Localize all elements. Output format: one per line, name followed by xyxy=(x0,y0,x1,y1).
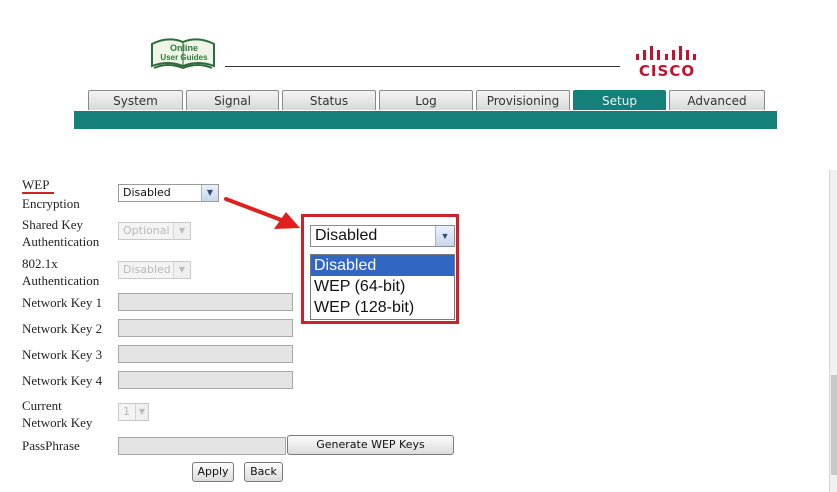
dot1x-label-bottom: Authentication xyxy=(22,273,100,288)
current-network-key-select: 1 ▼ xyxy=(118,403,149,421)
shared-key-auth-value: Optional xyxy=(123,224,170,237)
cisco-wordmark: CISCO xyxy=(638,62,696,80)
wep-encryption-select[interactable]: Disabled ▼ xyxy=(118,184,219,202)
tab-setup[interactable]: Setup xyxy=(573,90,666,110)
tab-provisioning[interactable]: Provisioning xyxy=(476,90,570,110)
chevron-down-icon[interactable]: ▼ xyxy=(201,185,218,201)
online-user-guides-icon[interactable]: Online User Guides xyxy=(148,34,218,72)
guide-badge-line2: User Guides xyxy=(160,53,208,62)
wep-encryption-value: Disabled xyxy=(123,186,171,199)
tab-system[interactable]: System xyxy=(88,90,183,110)
chevron-down-icon: ▼ xyxy=(173,223,190,239)
tab-underline-bar xyxy=(74,111,777,129)
chevron-down-icon: ▼ xyxy=(173,262,190,278)
option-wep-64[interactable]: WEP (64-bit) xyxy=(311,276,454,297)
dot1x-auth-label: 802.1x Authentication xyxy=(22,256,99,288)
shared-key-label-top: Shared Key xyxy=(22,217,84,232)
back-button[interactable]: Back xyxy=(244,462,283,482)
network-key-1-label: Network Key 1 xyxy=(22,295,103,310)
wep-encryption-select-zoom[interactable]: Disabled ▼ xyxy=(310,225,455,247)
page-scrollbar[interactable] xyxy=(829,170,837,492)
dropdown-zoom-callout: Disabled ▼ Disabled WEP (64-bit) WEP (12… xyxy=(301,214,459,324)
current-key-label-bottom: Network Key xyxy=(22,415,93,430)
chevron-down-icon[interactable]: ▼ xyxy=(435,226,454,246)
tab-advanced[interactable]: Advanced xyxy=(669,90,765,110)
apply-button[interactable]: Apply xyxy=(192,462,234,482)
shared-key-label-bottom: Authentication xyxy=(22,234,100,249)
tab-signal[interactable]: Signal xyxy=(186,90,279,110)
network-key-2-label: Network Key 2 xyxy=(22,321,103,336)
wep-encryption-label: WEP Encryption xyxy=(22,177,80,211)
dot1x-auth-select: Disabled ▼ xyxy=(118,261,191,279)
tab-status[interactable]: Status xyxy=(282,90,376,110)
red-arrow-icon xyxy=(224,197,300,229)
shared-key-auth-select: Optional ▼ xyxy=(118,222,191,240)
cisco-bars-icon xyxy=(636,46,696,60)
option-wep-128[interactable]: WEP (128-bit) xyxy=(311,297,454,318)
dot1x-label-top: 802.1x xyxy=(22,256,58,271)
passphrase-input[interactable] xyxy=(118,437,286,455)
dot1x-auth-value: Disabled xyxy=(123,263,171,276)
network-key-4-input[interactable] xyxy=(118,371,293,389)
current-key-label-top: Current xyxy=(22,398,62,413)
network-key-2-input[interactable] xyxy=(118,319,293,337)
current-network-key-label: Current Network Key xyxy=(22,398,92,430)
wep-options-list: Disabled WEP (64-bit) WEP (128-bit) xyxy=(310,254,455,320)
network-key-1-input[interactable] xyxy=(118,293,293,311)
network-key-3-input[interactable] xyxy=(118,345,293,363)
zoom-selected-value: Disabled xyxy=(315,227,378,244)
cisco-logo: CISCO xyxy=(632,44,702,80)
option-disabled[interactable]: Disabled xyxy=(311,255,454,276)
generate-wep-keys-button[interactable]: Generate WEP Keys xyxy=(287,435,454,455)
shared-key-auth-label: Shared Key Authentication xyxy=(22,217,99,249)
passphrase-label: PassPhrase xyxy=(22,438,80,453)
encryption-label: Encryption xyxy=(22,196,80,211)
current-network-key-value: 1 xyxy=(123,405,130,418)
guide-badge-line1: Online xyxy=(170,43,198,53)
header-divider xyxy=(225,66,620,67)
network-key-3-label: Network Key 3 xyxy=(22,347,103,362)
chevron-down-icon: ▼ xyxy=(135,404,148,420)
tab-log[interactable]: Log xyxy=(379,90,473,110)
network-key-4-label: Network Key 4 xyxy=(22,373,103,388)
wep-label: WEP xyxy=(22,177,54,194)
scrollbar-thumb[interactable] xyxy=(831,375,837,475)
